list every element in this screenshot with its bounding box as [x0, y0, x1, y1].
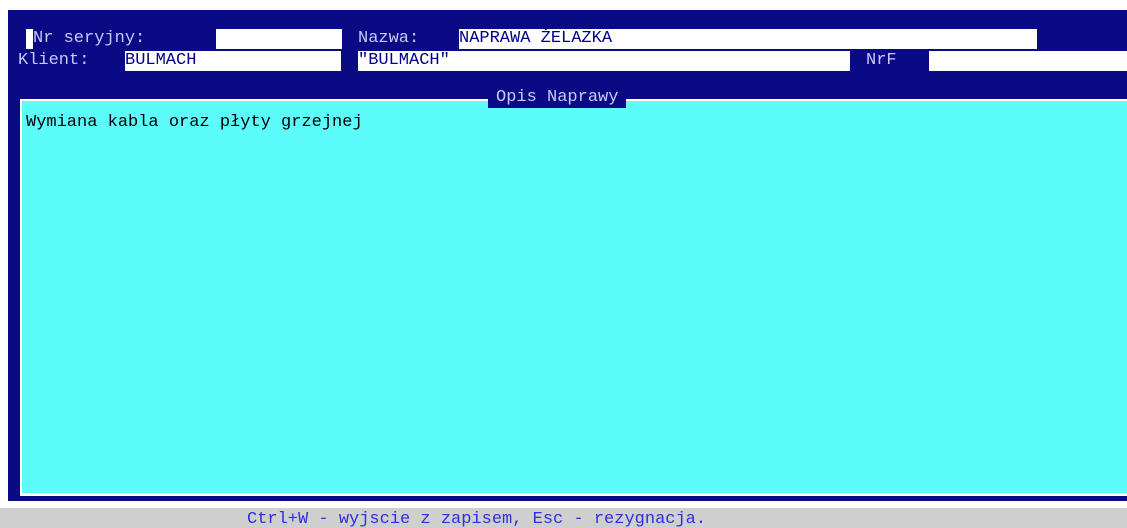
client-name-field: "BULMACH"	[358, 51, 850, 71]
name-input[interactable]: NAPRAWA ŻELAZKA	[459, 29, 1037, 49]
client-code-input[interactable]: BULMACH	[125, 51, 341, 71]
name-label: Nazwa:	[358, 29, 420, 48]
status-hint: Ctrl+W - wyjscie z zapisem, Esc - rezygn…	[247, 510, 707, 528]
text-cursor	[26, 29, 33, 49]
description-title: Opis Naprawy	[488, 88, 627, 108]
terminal-screen: Nr seryjny: Nazwa: NAPRAWA ŻELAZKA Klien…	[0, 0, 1127, 528]
nrf-label: NrF	[866, 51, 897, 70]
serial-number-label: Nr seryjny:	[33, 29, 146, 48]
description-textarea[interactable]	[20, 99, 1127, 496]
repair-form-window: Nr seryjny: Nazwa: NAPRAWA ŻELAZKA Klien…	[8, 10, 1127, 501]
nrf-input[interactable]	[929, 51, 1127, 71]
description-text[interactable]: Wymiana kabla oraz płyty grzejnej	[26, 113, 363, 133]
client-label: Klient:	[18, 51, 90, 70]
serial-number-input[interactable]	[216, 29, 342, 49]
